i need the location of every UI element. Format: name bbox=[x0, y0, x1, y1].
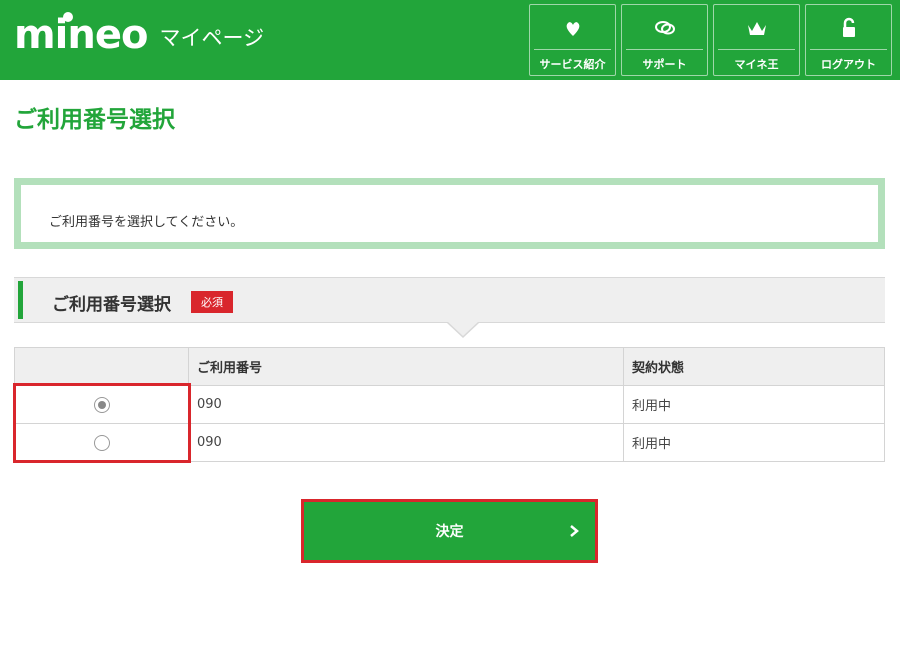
chat-bubbles-icon bbox=[654, 21, 675, 35]
nav-service-button[interactable]: サービス紹介 bbox=[529, 4, 616, 76]
mineo-logo[interactable]: mineo マイページ bbox=[14, 10, 264, 60]
status-cell: 利用中 bbox=[623, 385, 885, 424]
logo-subtitle: マイページ bbox=[159, 26, 265, 50]
logo-wordmark: mineo bbox=[14, 12, 148, 58]
header-select bbox=[14, 347, 189, 386]
header-nav: サービス紹介 サポート マイネ王 ログアウト bbox=[529, 4, 892, 76]
nav-logout-button[interactable]: ログアウト bbox=[805, 4, 892, 76]
section-pointer bbox=[448, 322, 478, 336]
section-accent-bar bbox=[18, 281, 23, 319]
nav-logout-label: ログアウト bbox=[810, 49, 887, 72]
submit-label: 決定 bbox=[435, 524, 464, 540]
logo-leaf-icon bbox=[63, 12, 73, 22]
heart-leaf-icon bbox=[566, 22, 579, 36]
section-heading: ご利用番号選択 必須 bbox=[14, 277, 885, 338]
table-row[interactable]: 090 利用中 bbox=[14, 423, 885, 462]
status-cell: 利用中 bbox=[623, 423, 885, 462]
number-selection-table: ご利用番号 契約状態 090 利用中 090 利用中 bbox=[14, 347, 885, 462]
nav-service-label: サービス紹介 bbox=[534, 49, 611, 72]
nav-mineo-king-button[interactable]: マイネ王 bbox=[713, 4, 800, 76]
instruction-message-box: ご利用番号を選択してください。 bbox=[14, 178, 885, 249]
crown-icon bbox=[747, 22, 766, 35]
chevron-right-icon bbox=[570, 525, 579, 537]
number-cell: 090 bbox=[188, 385, 624, 424]
submit-button[interactable]: 決定 bbox=[301, 499, 598, 563]
header-status: 契約状態 bbox=[623, 347, 885, 386]
table-row[interactable]: 090 利用中 bbox=[14, 385, 885, 424]
select-cell bbox=[14, 385, 189, 424]
nav-support-button[interactable]: サポート bbox=[621, 4, 708, 76]
number-cell: 090 bbox=[188, 423, 624, 462]
number-radio-1[interactable] bbox=[93, 396, 110, 413]
page-title: ご利用番号選択 bbox=[14, 107, 175, 133]
select-cell bbox=[14, 423, 189, 462]
instruction-message: ご利用番号を選択してください。 bbox=[49, 215, 244, 230]
site-header: mineo マイページ サービス紹介 サポート マイネ王 ログアウト bbox=[0, 0, 900, 80]
required-badge: 必須 bbox=[191, 291, 233, 313]
nav-support-label: サポート bbox=[626, 49, 703, 72]
unlock-icon bbox=[842, 17, 855, 37]
header-number: ご利用番号 bbox=[188, 347, 624, 386]
section-title: ご利用番号選択 bbox=[52, 295, 171, 315]
number-radio-2[interactable] bbox=[93, 434, 110, 451]
nav-mineo-king-label: マイネ王 bbox=[718, 49, 795, 72]
table-header-row: ご利用番号 契約状態 bbox=[14, 347, 885, 386]
